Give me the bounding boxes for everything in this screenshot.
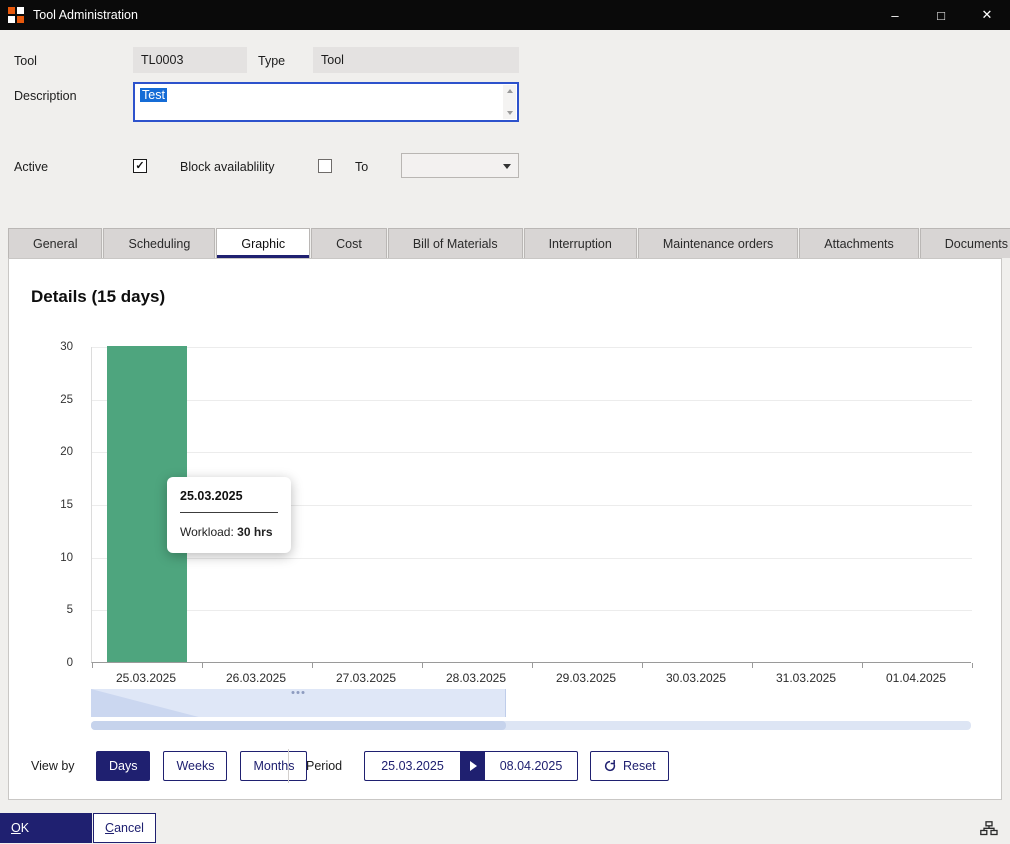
- x-axis-label: 28.03.2025: [421, 671, 531, 685]
- controls-divider: [288, 749, 289, 783]
- tooltip-date: 25.03.2025: [180, 489, 278, 513]
- x-axis-labels: 25.03.202526.03.202527.03.202528.03.2025…: [91, 671, 971, 687]
- y-axis-tick-label: 20: [60, 446, 73, 458]
- navigator-scrollbar-thumb[interactable]: [91, 721, 506, 730]
- gridline: [92, 452, 972, 453]
- tab-interruption[interactable]: Interruption: [524, 228, 637, 258]
- y-axis-tick-label: 0: [67, 657, 73, 669]
- tab-documents[interactable]: Documents: [920, 228, 1010, 258]
- x-axis-tick: [202, 663, 203, 668]
- tab-cost[interactable]: Cost: [311, 228, 387, 258]
- x-axis-label: 27.03.2025: [311, 671, 421, 685]
- play-arrow-icon: [470, 761, 477, 771]
- check-icon: ✓: [135, 161, 144, 172]
- tab-bar: GeneralSchedulingGraphicCostBill of Mate…: [8, 228, 1010, 258]
- y-axis-tick-label: 15: [60, 499, 73, 511]
- view-by-label: View by: [31, 759, 75, 773]
- range-navigator[interactable]: [91, 689, 971, 717]
- reset-button[interactable]: Reset: [590, 751, 669, 781]
- x-axis-tick: [422, 663, 423, 668]
- reset-label: Reset: [623, 759, 656, 773]
- x-axis-tick: [972, 663, 973, 668]
- close-button[interactable]: ✕: [964, 0, 1010, 30]
- x-axis-label: 30.03.2025: [641, 671, 751, 685]
- gridline: [92, 347, 972, 348]
- y-axis-tick-label: 10: [60, 552, 73, 564]
- description-selected-text: Test: [140, 88, 167, 102]
- type-label: Type: [258, 54, 285, 68]
- block-availability-checkbox[interactable]: [318, 159, 332, 173]
- type-field[interactable]: Tool: [313, 47, 519, 73]
- maximize-button[interactable]: □: [918, 0, 964, 30]
- tab-bill-of-materials[interactable]: Bill of Materials: [388, 228, 523, 258]
- ok-button[interactable]: OK: [0, 813, 92, 843]
- y-axis-tick-label: 30: [60, 341, 73, 353]
- x-axis-label: 25.03.2025: [91, 671, 201, 685]
- tab-maintenance-orders[interactable]: Maintenance orders: [638, 228, 798, 258]
- scroll-down-icon[interactable]: [507, 111, 513, 115]
- scroll-up-icon[interactable]: [507, 89, 513, 93]
- period-advance-button[interactable]: [461, 751, 485, 781]
- tooltip-value: Workload: 30 hrs: [180, 513, 278, 539]
- tool-field[interactable]: TL0003: [133, 47, 247, 73]
- to-label: To: [355, 160, 368, 174]
- period-label: Period: [306, 759, 342, 773]
- y-axis-tick-label: 25: [60, 394, 73, 406]
- chevron-down-icon: [503, 164, 511, 169]
- x-axis-tick: [532, 663, 533, 668]
- app-logo-icon: [8, 7, 24, 23]
- description-scrollbar[interactable]: [503, 85, 516, 119]
- y-axis-labels: 051015202530: [35, 347, 83, 663]
- x-axis-tick: [642, 663, 643, 668]
- navigator-scrollbar[interactable]: [91, 721, 971, 730]
- refresh-icon: [603, 759, 617, 773]
- block-availability-label: Block availablility: [180, 160, 274, 174]
- navigator-drag-handle-icon[interactable]: [297, 691, 300, 694]
- period-start-button[interactable]: 25.03.2025: [364, 751, 461, 781]
- tab-scheduling[interactable]: Scheduling: [103, 228, 215, 258]
- title-bar: Tool Administration – □ ✕: [0, 0, 1010, 30]
- minimize-button[interactable]: –: [872, 0, 918, 30]
- tab-graphic[interactable]: Graphic: [216, 228, 310, 258]
- gridline: [92, 400, 972, 401]
- active-checkbox[interactable]: ✓: [133, 159, 147, 173]
- x-axis-tick: [312, 663, 313, 668]
- graphic-tab-panel: Details (15 days) 0 5 10 15 20 25 30 25.03.202…: [8, 258, 1002, 800]
- x-axis-label: 26.03.2025: [201, 671, 311, 685]
- chart-tooltip: 25.03.2025 Workload: 30 hrs: [167, 477, 291, 553]
- range-selection[interactable]: [91, 689, 506, 717]
- block-to-dropdown[interactable]: [401, 153, 519, 178]
- x-axis-label: 01.04.2025: [861, 671, 971, 685]
- tab-general[interactable]: General: [8, 228, 102, 258]
- period-group: 25.03.2025 08.04.2025 Reset: [364, 751, 669, 781]
- x-axis-tick: [862, 663, 863, 668]
- x-axis-tick: [752, 663, 753, 668]
- period-end-button[interactable]: 08.04.2025: [485, 751, 578, 781]
- sitemap-icon[interactable]: [980, 821, 998, 836]
- view-by-months-button[interactable]: Months: [240, 751, 307, 781]
- cancel-button[interactable]: Cancel: [93, 813, 156, 843]
- window-title: Tool Administration: [33, 8, 138, 22]
- chart-controls-row: View by Days Weeks Months Period 25.03.202…: [9, 749, 1003, 785]
- description-label: Description: [14, 89, 77, 103]
- gridline: [92, 558, 972, 559]
- tool-label: Tool: [14, 54, 37, 68]
- active-label: Active: [14, 160, 48, 174]
- gridline: [92, 610, 972, 611]
- description-field[interactable]: Test: [133, 82, 519, 122]
- x-axis-label: 29.03.2025: [531, 671, 641, 685]
- chart-title: Details (15 days): [31, 287, 165, 307]
- tab-attachments[interactable]: Attachments: [799, 228, 918, 258]
- y-axis-tick-label: 5: [67, 604, 73, 616]
- x-axis-label: 31.03.2025: [751, 671, 861, 685]
- view-by-days-button[interactable]: Days: [96, 751, 150, 781]
- view-by-weeks-button[interactable]: Weeks: [163, 751, 227, 781]
- x-axis-tick: [92, 663, 93, 668]
- view-by-group: Days Weeks Months: [96, 751, 307, 781]
